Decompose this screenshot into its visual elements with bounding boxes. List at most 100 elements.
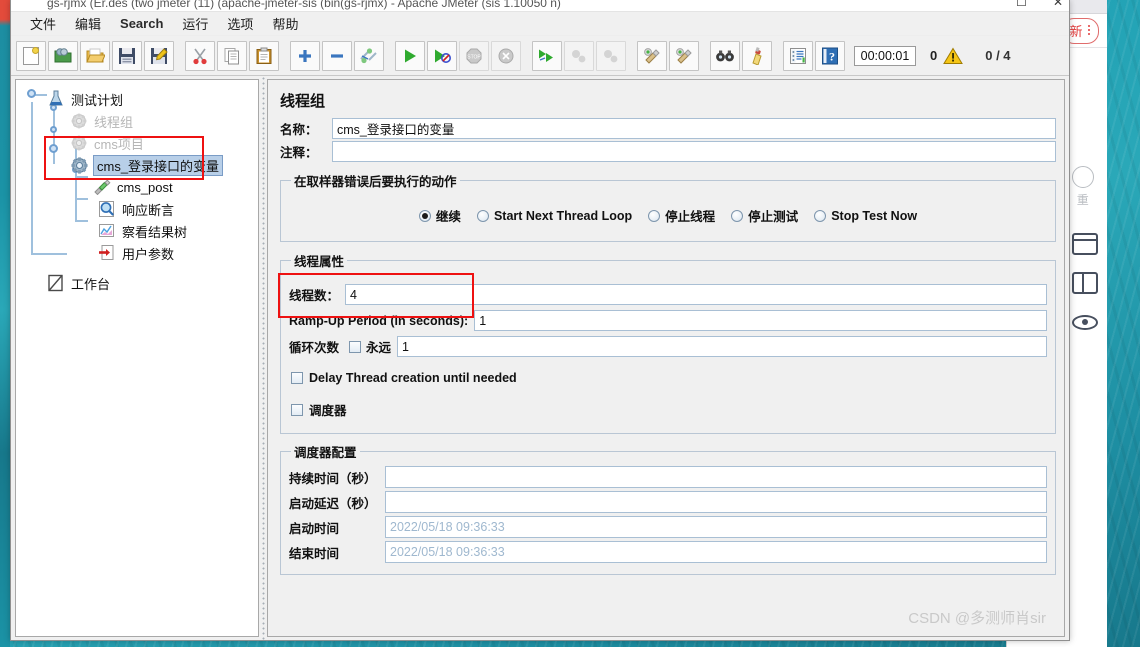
search-icon[interactable] — [710, 40, 740, 71]
start-time-input[interactable]: 2022/05/18 09:36:33 — [385, 516, 1047, 538]
menu-item-help[interactable]: 帮助 — [263, 12, 307, 35]
window-titlebar: gs-rjmx (Er.des (two jmeter (11) (apache… — [11, 0, 1069, 12]
user-parameters-icon — [97, 244, 117, 262]
help-icon[interactable]: ? — [815, 40, 845, 71]
on-sampler-error-legend: 在取样器错误后要执行的动作 — [294, 175, 457, 189]
threads-row: 线程数： 4 — [289, 284, 1047, 305]
scheduler-checkbox[interactable] — [291, 403, 303, 416]
collapse-all-icon[interactable] — [322, 40, 352, 71]
menubar: 文件 编辑 Search 运行 选项 帮助 — [11, 12, 1069, 36]
radio-label: 停止测试 — [748, 210, 799, 224]
open-icon[interactable] — [80, 40, 110, 71]
workbench-icon — [46, 274, 66, 292]
delay-thread-creation-row[interactable]: Delay Thread creation until needed — [291, 371, 1047, 385]
tree-node-test-plan[interactable]: 测试计划 — [24, 88, 258, 110]
tree-node-user-parameters[interactable]: 用户参数 — [24, 242, 258, 264]
radio-start-next-thread-loop[interactable]: Start Next Thread Loop — [476, 209, 632, 223]
svg-text:STOP: STOP — [467, 54, 481, 60]
tree-node-label: 察看结果树 — [122, 224, 188, 240]
test-plan-tree-panel[interactable]: 测试计划 线程组 cms项目 cms_登录接口的变量 cms_post 响应断言… — [15, 79, 259, 637]
elapsed-timer: 00:00:01 — [854, 45, 916, 66]
expand-all-icon[interactable] — [290, 40, 320, 71]
close-icon[interactable]: ✕ — [1053, 0, 1063, 9]
templates-icon[interactable] — [48, 40, 78, 71]
warning-count: 0 — [930, 48, 938, 63]
function-helper-icon[interactable] — [783, 40, 813, 71]
tree-node-response-assertion[interactable]: 响应断言 — [24, 198, 258, 220]
maximize-icon[interactable]: ☐ — [1016, 0, 1027, 9]
rampup-input[interactable]: 1 — [474, 310, 1047, 331]
menu-item-search[interactable]: Search — [111, 14, 172, 33]
tree-node-cms-project[interactable]: cms项目 — [24, 132, 258, 154]
radio-indicator — [648, 209, 661, 222]
warning-indicator[interactable]: 0 — [930, 47, 964, 65]
cut-icon[interactable] — [185, 40, 215, 71]
startup-delay-input[interactable] — [385, 491, 1047, 513]
radio-stop-thread[interactable]: 停止线程 — [648, 206, 715, 225]
refresh-label: 新 — [1069, 23, 1083, 39]
comment-row: 注释： — [280, 141, 1056, 162]
radio-stop-test-now[interactable]: Stop Test Now — [814, 209, 917, 223]
forever-checkbox[interactable] — [349, 340, 362, 353]
tree-node-label: 线程组 — [94, 114, 134, 130]
menu-item-edit[interactable]: 编辑 — [66, 12, 110, 35]
clear-icon[interactable] — [637, 40, 667, 71]
tree-node-label: cms_登录接口的变量 — [93, 154, 224, 176]
tree-node-view-results-tree[interactable]: 察看结果树 — [24, 220, 258, 242]
on-sampler-error-options: 继续 Start Next Thread Loop 停止线程 停止测试 Stop… — [289, 196, 1047, 233]
paste-icon[interactable] — [249, 40, 279, 71]
name-input[interactable]: cms_登录接口的变量 — [332, 118, 1056, 139]
name-label: 名称： — [280, 123, 318, 137]
menu-item-run[interactable]: 运行 — [173, 12, 217, 35]
eye-icon[interactable] — [1071, 311, 1099, 333]
start-no-pauses-icon[interactable] — [427, 40, 457, 71]
svg-text:?: ? — [829, 49, 835, 63]
split-view-icon[interactable] — [1072, 272, 1098, 294]
new-icon[interactable] — [16, 40, 46, 71]
radio-stop-test[interactable]: 停止测试 — [731, 206, 798, 225]
end-time-input[interactable]: 2022/05/18 09:36:33 — [385, 541, 1047, 563]
loops-input[interactable]: 1 — [397, 336, 1047, 357]
comment-input[interactable] — [332, 141, 1056, 162]
tree-node-workbench[interactable]: 工作台 — [24, 272, 258, 294]
window-controls[interactable]: ☐ ✕ — [1016, 0, 1063, 9]
tree-node-thread-group-1[interactable]: 线程组 — [24, 110, 258, 132]
thread-group-icon — [69, 112, 89, 130]
tree-node-cms-login-variables[interactable]: cms_登录接口的变量 — [24, 154, 258, 176]
duration-input[interactable] — [385, 466, 1047, 488]
threads-input[interactable]: 4 — [345, 284, 1047, 305]
loops-label: 循环次数 — [289, 341, 340, 355]
redo-button[interactable]: 重 — [1071, 166, 1094, 208]
kebab-menu-icon[interactable] — [1087, 24, 1090, 36]
remote-start-all-icon[interactable] — [532, 40, 562, 71]
radio-indicator — [731, 209, 744, 222]
menu-item-file[interactable]: 文件 — [21, 12, 65, 35]
scheduler-configuration-legend: 调度器配置 — [294, 446, 357, 460]
background-window-side-icons — [1071, 233, 1099, 333]
start-time-row: 启动时间 2022/05/18 09:36:33 — [289, 516, 1047, 538]
start-icon[interactable] — [395, 40, 425, 71]
page-title: 线程组 — [280, 93, 326, 110]
menu-item-options[interactable]: 选项 — [218, 12, 262, 35]
delay-thread-creation-checkbox[interactable] — [291, 372, 303, 384]
window-icon[interactable] — [1072, 233, 1098, 255]
startup-delay-label: 启动延迟（秒） — [289, 496, 377, 511]
delay-thread-creation-label: Delay Thread creation until needed — [309, 371, 517, 385]
thread-group-editor-panel: 线程组 名称： cms_登录接口的变量 注释： 在取样器错误后要执行的动作 继续 — [267, 79, 1065, 637]
split-divider[interactable] — [259, 76, 267, 640]
main-split-pane: 测试计划 线程组 cms项目 cms_登录接口的变量 cms_post 响应断言… — [11, 76, 1069, 640]
toggle-icon[interactable] — [354, 40, 384, 71]
save-icon[interactable] — [112, 40, 142, 71]
radio-continue[interactable]: 继续 — [418, 206, 461, 225]
warning-triangle-icon — [943, 47, 964, 64]
tree-node-label: cms_post — [117, 179, 173, 195]
copy-icon[interactable] — [217, 40, 247, 71]
clear-all-icon[interactable] — [669, 40, 699, 71]
scheduler-row[interactable]: 调度器 — [291, 400, 1047, 419]
rampup-label: Ramp-Up Period (in seconds): — [289, 313, 469, 328]
tree-node-cms-post[interactable]: cms_post — [24, 176, 258, 198]
test-plan-tree[interactable]: 测试计划 线程组 cms项目 cms_登录接口的变量 cms_post 响应断言… — [16, 80, 258, 294]
remote-stop-all-icon — [564, 40, 594, 71]
reset-search-icon[interactable] — [742, 40, 772, 71]
save-as-icon[interactable] — [144, 40, 174, 71]
